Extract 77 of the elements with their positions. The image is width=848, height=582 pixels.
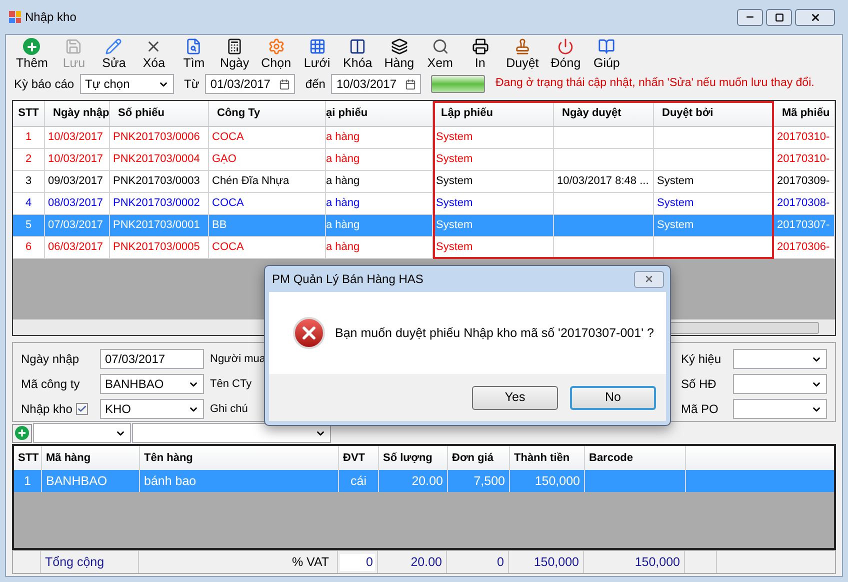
table-cell-text: 07/03/2017 bbox=[48, 218, 104, 234]
table-cell-text: COCA bbox=[212, 240, 244, 256]
table-cell-text: 4 bbox=[25, 196, 32, 212]
table-cell-text: 20170306- bbox=[777, 240, 830, 256]
table-cell-text: PNK201703/0005 bbox=[113, 240, 200, 256]
table-cell-text: 2 bbox=[25, 152, 32, 168]
table-cell-text: System bbox=[436, 174, 473, 190]
table-cell-text: a hàng bbox=[326, 130, 360, 146]
table-cell-text: 20170309- bbox=[777, 174, 830, 190]
table-cell-text: 5 bbox=[25, 218, 32, 234]
table-cell-text: 3 bbox=[25, 174, 32, 190]
table-cell-text: COCA bbox=[212, 196, 244, 212]
dropdown-value: BANHBAO bbox=[105, 376, 164, 393]
table-cell-text: GẠO bbox=[212, 152, 236, 168]
dropdown-value: Tự chọn bbox=[85, 76, 130, 93]
table-cell-text: System bbox=[436, 218, 473, 234]
field-label: Ký hiệu bbox=[681, 351, 722, 368]
field-label: Mã công ty bbox=[21, 376, 80, 393]
table-cell-text: a hàng bbox=[326, 240, 360, 256]
status-message: Đang ở trạng thái cập nhật, nhấn 'Sửa' nếu muốn lưu thay đổi. bbox=[495, 76, 814, 92]
table-cell-text: a hàng bbox=[326, 218, 360, 234]
dialog-message: Bạn muốn duyệt phiếu Nhập kho mã số '20170307-001' ? bbox=[335, 324, 654, 342]
table-cell-text: PNK201703/0002 bbox=[113, 196, 200, 212]
dropdown-value: KHO bbox=[105, 401, 132, 418]
table-cell-text: 20170307- bbox=[777, 218, 830, 234]
table-cell-text: 06/03/2017 bbox=[48, 240, 104, 256]
field-label: Tên CTy bbox=[210, 376, 252, 392]
field-label: Ngày nhập bbox=[21, 351, 80, 368]
field-label: Số HĐ bbox=[681, 376, 716, 393]
table-cell-text: PNK201703/0003 bbox=[113, 174, 200, 190]
table-cell-text: 10/03/2017 bbox=[48, 152, 104, 168]
table-cell-text: 20.00 bbox=[410, 472, 443, 490]
table-cell-text: 10/03/2017 bbox=[48, 130, 104, 146]
table-cell-text: 1 bbox=[23, 472, 32, 490]
table-cell-text: a hàng bbox=[326, 152, 360, 168]
table-cell-text: 20170310- bbox=[777, 152, 830, 168]
table-cell-text: COCA bbox=[212, 130, 244, 146]
table-cell-text: 150,000 bbox=[534, 472, 580, 490]
table-cell-text: 7,500 bbox=[472, 472, 505, 490]
table-cell-text: 1 bbox=[25, 130, 32, 146]
table-cell-text: System bbox=[436, 196, 473, 212]
table-cell-text: bánh bao bbox=[144, 472, 198, 490]
vat-label: % VAT bbox=[292, 554, 329, 571]
window-title: Nhập kho bbox=[25, 9, 76, 26]
table-cell-text: System bbox=[657, 174, 694, 190]
table-cell-text: a hàng bbox=[326, 174, 360, 190]
table-cell-text: System bbox=[657, 218, 694, 234]
table-cell-text: System bbox=[436, 130, 473, 146]
table-cell-text: 20170310- bbox=[777, 130, 830, 146]
table-cell-text: System bbox=[436, 152, 473, 168]
field-label: Mã PO bbox=[681, 401, 718, 418]
table-cell-text: 6 bbox=[25, 240, 32, 256]
field-label: Từ bbox=[184, 76, 200, 93]
field-label: Kỳ báo cáo bbox=[14, 76, 74, 93]
dialog-title: PM Quản Lý Bán Hàng HAS bbox=[272, 271, 424, 288]
table-cell-text: Chén Đĩa Nhựa bbox=[212, 174, 290, 190]
field-label: Ghi chú bbox=[210, 402, 248, 417]
table-cell-text: BB bbox=[212, 218, 227, 234]
table-cell-text: 08/03/2017 bbox=[48, 196, 104, 212]
field-label: đến bbox=[305, 76, 326, 93]
table-cell-text: 09/03/2017 bbox=[48, 174, 104, 190]
table-cell-text: PNK201703/0006 bbox=[113, 130, 200, 146]
totals-label: Tổng cộng bbox=[45, 554, 104, 571]
table-cell-text: System bbox=[657, 196, 694, 212]
total-value: 0 bbox=[497, 554, 504, 571]
field-label: Nhập kho bbox=[21, 401, 72, 418]
table-cell-text: 10/03/2017 8:48 ... bbox=[557, 174, 649, 190]
table-cell-text: 20170308- bbox=[777, 196, 830, 212]
table-cell-text: a hàng bbox=[326, 196, 360, 212]
table-cell-text: PNK201703/0004 bbox=[113, 152, 200, 168]
table-cell-text: cái bbox=[350, 472, 368, 490]
total-value: 20.00 bbox=[410, 554, 442, 571]
total-value: 150,000 bbox=[534, 554, 579, 571]
table-cell-text: System bbox=[436, 240, 473, 256]
table-cell-text: PNK201703/0001 bbox=[113, 218, 200, 234]
total-value: 150,000 bbox=[634, 554, 680, 571]
table-cell-text: BANHBAO bbox=[46, 472, 108, 490]
